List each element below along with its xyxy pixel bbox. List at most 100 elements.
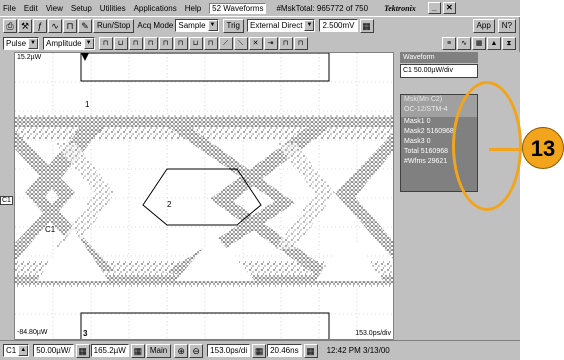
trig-source-select[interactable]: External Direct ▼ [247, 19, 316, 32]
vertical-scale-field[interactable]: 50.00µW/ [33, 344, 74, 357]
measurement-toolbar: Pulse ▼ Amplitude ▼ ⊓ ⊔ ⊓ ⊓ ⊓ ⊓ ⊔ ⊓ ⟋ ⟍ … [0, 34, 520, 52]
help-button[interactable]: N? [497, 18, 516, 33]
run-stop-button[interactable]: Run/Stop [93, 18, 135, 33]
trig-level-field[interactable]: 2.500mV [319, 19, 358, 32]
print-icon[interactable]: ⎙ [3, 18, 17, 33]
main-timebase-button[interactable]: Main [145, 343, 172, 358]
row-label: #Wfms [404, 158, 426, 165]
row-value: 29621 [427, 158, 448, 165]
mask-1-label: 1 [85, 100, 90, 109]
brand-logo: Tektronix [384, 3, 416, 13]
tools-icon[interactable]: ⚒ [18, 18, 32, 33]
waveform-c1-label: C1 [45, 225, 56, 234]
triangle-up-icon[interactable]: ▲ [18, 345, 29, 356]
meas-pulse-width-icon[interactable]: ⊓ [128, 36, 143, 50]
waveform-icon[interactable]: ∿ [457, 36, 471, 50]
acq-mode-value: Sample [178, 21, 206, 30]
hourglass-icon[interactable]: ⧗ [502, 36, 516, 50]
meas-fall-icon[interactable]: ⟍ [233, 36, 248, 50]
meas-rise-icon[interactable]: ⟋ [218, 36, 233, 50]
menu-edit[interactable]: Edit [24, 4, 38, 13]
meas-pulse-period-icon[interactable]: ⊓ [143, 36, 158, 50]
status-bar: C1 ▲ 50.00µW/ ▦ 165.2µW ▦ Main ⊕ ⊖ 153.0… [0, 340, 520, 360]
menu-setup[interactable]: Setup [71, 4, 92, 13]
top-level-label: 15.2µW [17, 54, 42, 61]
grid-icon[interactable]: ▦ [472, 36, 486, 50]
menu-utilities[interactable]: Utilities [100, 4, 126, 13]
bottom-level-label: -84.80µW [17, 329, 48, 336]
row-label: Mask2 [404, 128, 425, 135]
channel-select[interactable]: C1 ▲ [3, 344, 30, 357]
menu-view[interactable]: View [46, 4, 63, 13]
meas-burst-icon[interactable]: ⊓ [158, 36, 173, 50]
app-button[interactable]: App [472, 18, 495, 33]
layout-icon[interactable]: ≡ [442, 36, 456, 50]
cursor-icon[interactable]: ⊓ [63, 18, 77, 33]
meas-pos-pulse-icon[interactable]: ⊓ [173, 36, 188, 50]
c1-channel-marker[interactable]: C1 [0, 196, 13, 205]
meas-pulse-high-icon[interactable]: ⊓ [98, 36, 113, 50]
callout-ellipse [452, 81, 522, 211]
trigger-marker[interactable] [81, 53, 89, 61]
meas-duty-icon[interactable]: ⊓ [203, 36, 218, 50]
row-value: 0 [426, 138, 431, 145]
channel-strip: C1 [0, 52, 14, 340]
meas-pulse-a-icon[interactable]: ⊓ [278, 36, 293, 50]
row-value: 5160968 [420, 148, 449, 155]
timescale-label: 153.0ps/div [355, 330, 391, 337]
zoom-out-icon[interactable]: ⊖ [189, 343, 204, 358]
meas-neg-pulse-icon[interactable]: ⊔ [188, 36, 203, 50]
panel-title: Waveform [400, 52, 478, 63]
acq-mode-select[interactable]: Sample ▼ [175, 19, 219, 32]
mask-total-readout: #MskTotal: 965772 of 750 [276, 3, 369, 13]
row-label: Total [404, 148, 419, 155]
zoom-in-icon[interactable]: ⊕ [174, 343, 189, 358]
timebase-field[interactable]: 153.0ps/di [207, 344, 251, 357]
trig-button[interactable]: Trig [222, 18, 244, 33]
pencil-icon[interactable]: ✎ [78, 18, 92, 33]
mask-3-label: 3 [83, 329, 88, 338]
meas-delay-icon[interactable]: ⇥ [263, 36, 278, 50]
main-toolbar: ⎙ ⚒ ƒ ∿ ⊓ ✎ Run/Stop Acq Mode Sample ▼ T… [0, 16, 520, 34]
meas-cross-icon[interactable]: ✕ [248, 36, 263, 50]
chevron-down-icon[interactable]: ▼ [207, 20, 218, 31]
row-value: 5160968 [426, 128, 454, 135]
oscilloscope-window: File Edit View Setup Utilities Applicati… [0, 0, 520, 360]
callout-number-badge: 13 [522, 127, 564, 169]
menu-applications[interactable]: Applications [134, 4, 177, 13]
keypad-icon[interactable]: ▦ [130, 343, 145, 358]
keypad-icon[interactable]: ▦ [303, 343, 318, 358]
chevron-down-icon[interactable]: ▼ [304, 20, 315, 31]
mask-2-label: 2 [167, 200, 172, 209]
row-label: Mask1 [404, 118, 425, 125]
chevron-down-icon[interactable]: ▼ [28, 37, 39, 49]
close-button[interactable]: ✕ [442, 2, 456, 14]
minimize-button[interactable]: _ [427, 2, 441, 14]
meas-pulse-b-icon[interactable]: ⊓ [293, 36, 308, 50]
keypad-icon[interactable]: ▦ [75, 343, 90, 358]
acq-mode-label: Acq Mode [137, 21, 174, 30]
scope-display[interactable]: 15.2µW 1 2 3 C1 -84.80µW 153.0ps/div [14, 52, 394, 340]
row-label: Mask3 [404, 138, 425, 145]
menu-help[interactable]: Help [185, 4, 201, 13]
triangle-icon[interactable]: ▲ [487, 36, 501, 50]
meas-pulse-low-icon[interactable]: ⊔ [113, 36, 128, 50]
pulse-select[interactable]: Pulse ▼ [3, 36, 40, 50]
amplitude-value: Amplitude [46, 38, 82, 48]
horizontal-position-field[interactable]: 20.46ns [267, 344, 302, 357]
amplitude-select[interactable]: Amplitude ▼ [43, 36, 95, 50]
measure-icon[interactable]: ∿ [48, 18, 62, 33]
menu-file[interactable]: File [3, 4, 16, 13]
high-level-core [15, 117, 393, 127]
pulse-value: Pulse [6, 38, 27, 48]
vertical-offset-field[interactable]: 165.2µW [90, 344, 129, 357]
function-icon[interactable]: ƒ [33, 18, 47, 33]
trig-source-value: External Direct [250, 21, 303, 30]
callout-leader-line [489, 148, 523, 151]
channel-readout[interactable]: C1 50.00µW/div [400, 64, 478, 78]
channel-value: C1 [6, 346, 17, 355]
chevron-down-icon[interactable]: ▼ [83, 37, 94, 49]
eye-diagram [15, 53, 393, 339]
keypad-icon[interactable]: ▦ [359, 18, 374, 33]
keypad-icon[interactable]: ▦ [252, 343, 267, 358]
